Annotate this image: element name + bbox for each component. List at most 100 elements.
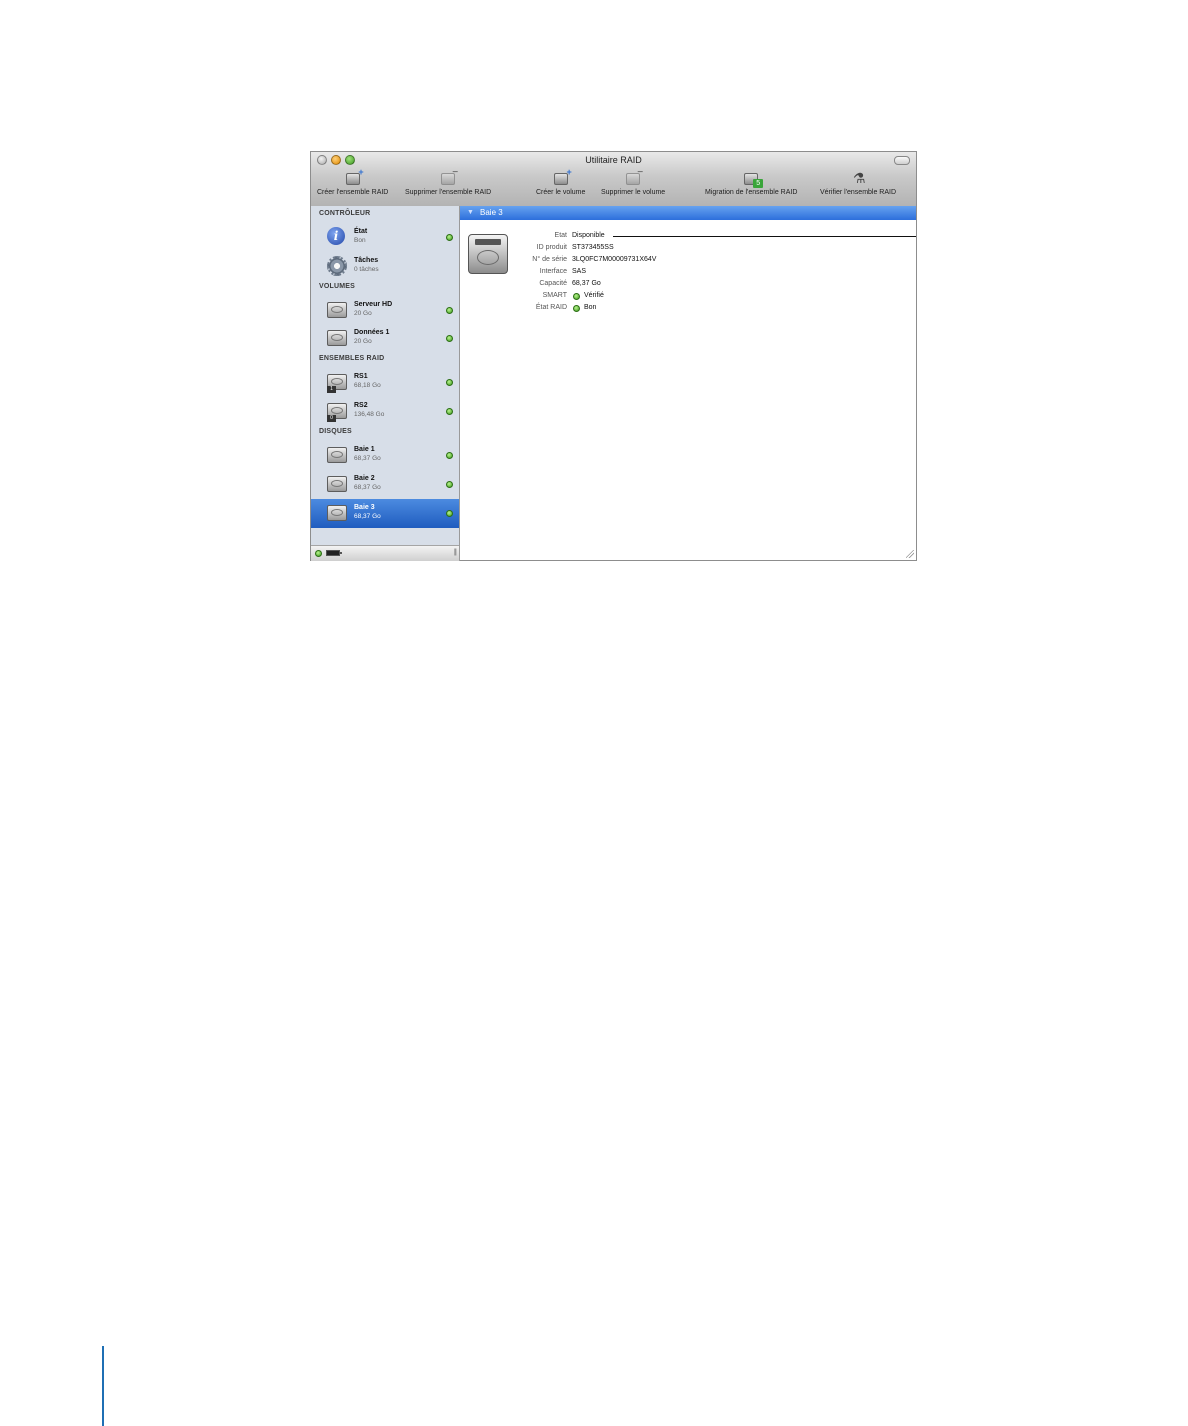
item-name: RS2 [354,402,368,409]
detail-pane: ▼ Baie 3 Etat Disponible ID produit ST37… [460,206,916,560]
status-indicator [573,305,580,312]
property-value: Vérifié [584,292,604,299]
sidebar-item-baie-1[interactable]: Baie 1 68,37 Go [311,441,459,470]
item-name: État [354,228,368,235]
property-label: N° de série [532,256,567,263]
property-label: Capacité [539,280,567,287]
controller-status-indicator [315,550,322,557]
sidebar-item-donnees-1[interactable]: Données 1 20 Go [311,324,459,353]
detail-header[interactable]: ▼ Baie 3 [460,206,916,220]
info-icon: i [327,227,347,247]
item-name: Baie 1 [354,446,375,453]
create-raid-button[interactable]: + Créer l'ensemble RAID [317,168,389,197]
disk-icon [327,474,347,494]
section-disks: DISQUES [319,428,352,435]
item-detail: 20 Go [354,310,372,317]
item-name: Baie 3 [354,504,375,511]
item-name: Baie 2 [354,475,375,482]
split-grip-icon[interactable]: ||| [454,549,458,556]
disk-icon [327,445,347,465]
property-row: ID produit ST373455SS [460,244,760,255]
toolbar-toggle-button[interactable] [894,156,910,165]
verify-raid-label: Vérifier l'ensemble RAID [820,189,897,196]
callout-line [613,236,916,237]
sidebar-item-serveur-hd[interactable]: Serveur HD 20 Go [311,296,459,325]
status-indicator [446,379,453,386]
item-detail: 20 Go [354,338,372,345]
status-indicator [446,510,453,517]
item-detail: 68,37 Go [354,455,381,462]
section-volumes: VOLUMES [319,283,356,290]
raid-set-icon: 1 [327,372,347,393]
sidebar-item-status[interactable]: i État Bon [311,223,459,252]
property-value: Bon [584,304,597,311]
item-name: Serveur HD [354,301,393,308]
property-value: SAS [572,268,587,275]
volume-icon [327,328,347,348]
delete-volume-button[interactable]: − Supprimer le volume [601,168,666,197]
sidebar-item-baie-2[interactable]: Baie 2 68,37 Go [311,470,459,499]
disclosure-triangle-icon[interactable]: ▼ [467,209,474,216]
item-detail: 136,48 Go [354,411,385,418]
property-row: Interface SAS [460,268,760,279]
verify-raid-button[interactable]: ⚗ Vérifier l'ensemble RAID [820,169,896,196]
status-indicator [446,452,453,459]
section-controller: CONTRÔLEUR [319,210,371,217]
property-value: 3LQ0FC7M00009731X64V [572,256,657,263]
delete-raid-label: Supprimer l'ensemble RAID [405,189,492,196]
create-volume-label: Créer le volume [536,189,586,196]
status-indicator [446,234,453,241]
detail-title: Baie 3 [480,208,503,217]
microscope-icon: ⚗ [853,170,866,186]
property-row: État RAID Bon [460,304,760,315]
resize-handle-icon[interactable] [906,550,914,558]
item-detail: Bon [354,237,366,244]
raid-utility-window: Utilitaire RAID + Créer l'ensemble RAID … [310,151,917,561]
status-indicator [446,307,453,314]
volume-icon [327,300,347,320]
title-bar-toolbar: Utilitaire RAID + Créer l'ensemble RAID … [311,152,916,207]
sidebar-footer: ||| [311,545,459,561]
item-name: RS1 [354,373,368,380]
section-raid-sets: ENSEMBLES RAID [319,355,385,362]
delete-volume-label: Supprimer le volume [601,189,666,196]
create-raid-icon: + [344,168,364,187]
status-indicator [446,481,453,488]
sidebar-item-rs1[interactable]: 1 RS1 68,18 Go [311,368,459,397]
property-value: ST373455SS [572,244,614,251]
sidebar: CONTRÔLEUR i État Bon Tâches 0 tâches VO… [311,206,460,561]
status-indicator [446,408,453,415]
status-indicator [446,335,453,342]
property-label: Etat [554,232,567,239]
property-value: 68,37 Go [572,280,601,287]
item-detail: 0 tâches [354,266,379,273]
window-title: Utilitaire RAID [585,155,642,165]
property-row: SMART Vérifié [460,292,760,303]
disk-icon [327,503,347,523]
create-volume-button[interactable]: + Créer le volume [536,168,586,197]
create-raid-label: Créer l'ensemble RAID [317,189,389,196]
sidebar-item-rs2[interactable]: 0 RS2 136,48 Go [311,397,459,426]
item-name: Données 1 [354,329,390,336]
delete-raid-button[interactable]: − Supprimer l'ensemble RAID [405,168,492,197]
create-volume-icon: + [552,168,572,187]
delete-raid-icon: − [439,168,458,187]
migrate-raid-icon: 5 [742,169,764,188]
migrate-raid-button[interactable]: 5 Migration de l'ensemble RAID [705,169,797,196]
property-label: État RAID [535,304,567,311]
sidebar-item-tasks[interactable]: Tâches 0 tâches [311,252,459,281]
property-row: N° de série 3LQ0FC7M00009731X64V [460,256,760,267]
item-detail: 68,18 Go [354,382,381,389]
item-detail: 68,37 Go [354,484,381,491]
property-row: Capacité 68,37 Go [460,280,760,291]
property-value: Disponible [572,232,605,239]
gear-icon [327,256,347,276]
property-label: SMART [542,292,567,299]
page-margin-rule [102,1346,104,1426]
property-row: Etat Disponible [460,232,760,243]
item-name: Tâches [354,257,379,264]
status-indicator [573,293,580,300]
item-detail: 68,37 Go [354,513,381,520]
sidebar-item-baie-3[interactable]: Baie 3 68,37 Go [311,499,459,528]
migrate-raid-label: Migration de l'ensemble RAID [705,189,798,196]
